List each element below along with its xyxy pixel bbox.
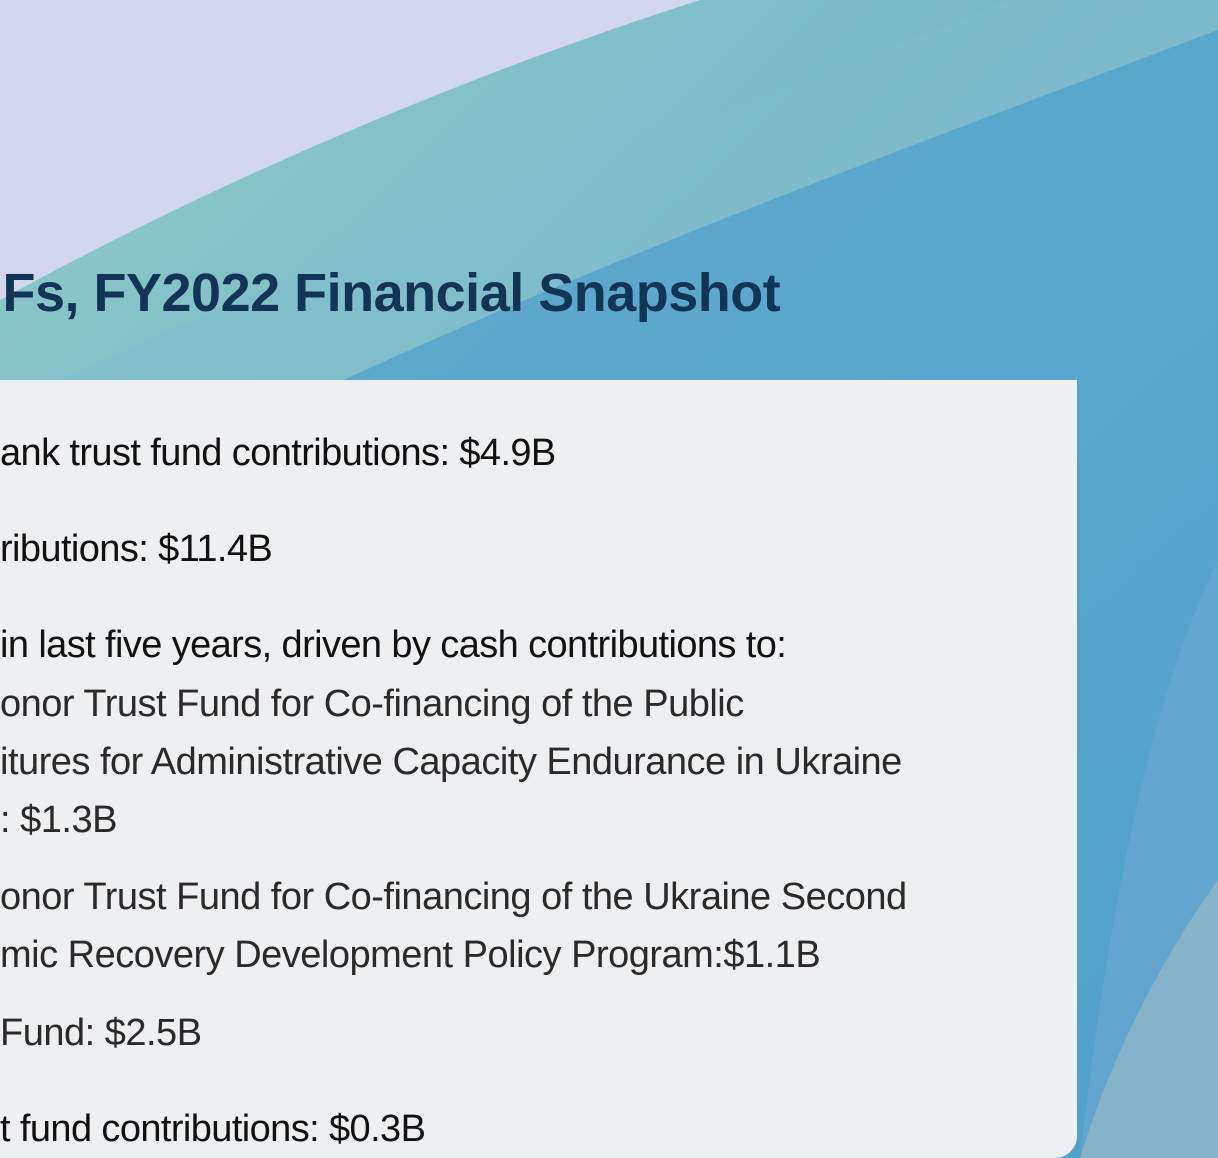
total-contributions: ributions: $11.4B — [0, 528, 273, 570]
other-trust-fund-contributions: t fund contributions: $0.3B — [0, 1108, 426, 1150]
list-item: Fund: $2.5B — [0, 1012, 202, 1054]
five-year-growth-note: in last five years, driven by cash contr… — [0, 624, 787, 666]
list-item: onor Trust Fund for Co-financing of the … — [0, 683, 744, 725]
list-item: : $1.3B — [0, 799, 117, 841]
snapshot-card: ank trust fund contributions: $4.9B ribu… — [0, 380, 1077, 1158]
list-item: onor Trust Fund for Co-financing of the … — [0, 876, 907, 918]
page-title: IFs, FY2022 Financial Snapshot — [0, 263, 781, 323]
list-item: mic Recovery Development Policy Program:… — [0, 934, 821, 976]
list-item: itures for Administrative Capacity Endur… — [0, 741, 902, 783]
trust-fund-contributions: ank trust fund contributions: $4.9B — [0, 432, 556, 474]
